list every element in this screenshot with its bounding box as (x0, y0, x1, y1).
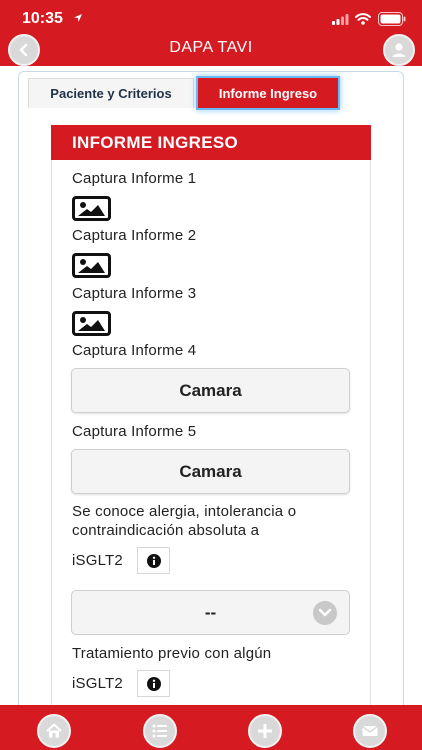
mail-button[interactable] (353, 714, 387, 748)
status-time: 10:35 (22, 10, 63, 27)
capture-label-4: Captura Informe 4 (72, 342, 197, 359)
list-icon (152, 724, 167, 738)
image-icon[interactable] (72, 253, 111, 278)
capture-label-3: Captura Informe 3 (72, 285, 197, 302)
battery-icon (378, 12, 406, 26)
allergy-select[interactable]: -- (71, 590, 350, 635)
allergy-question-line-3: iSGLT2 (72, 552, 123, 569)
info-button[interactable] (137, 547, 170, 574)
mail-icon (362, 725, 378, 736)
image-icon[interactable] (72, 196, 111, 221)
page-title: DAPA TAVI (169, 39, 253, 56)
camera-button-5[interactable]: Camara (71, 449, 350, 494)
bottom-tab-bar (0, 705, 422, 750)
home-button[interactable] (37, 714, 71, 748)
list-button[interactable] (143, 714, 177, 748)
prior-treatment-line-2: iSGLT2 (72, 675, 123, 692)
profile-icon (392, 43, 406, 57)
allergy-question-line-2: contraindicación absoluta a (72, 522, 260, 539)
add-button[interactable] (248, 714, 282, 748)
info-button[interactable] (137, 670, 170, 697)
nav-bar: DAPA TAVI (0, 34, 422, 66)
info-icon (146, 676, 161, 691)
wifi-icon (355, 13, 371, 25)
info-icon (146, 553, 161, 568)
home-icon (46, 723, 62, 738)
cellular-signal-icon (332, 14, 349, 25)
tab-informe-ingreso[interactable]: Informe Ingreso (198, 78, 338, 108)
profile-button[interactable] (383, 34, 415, 66)
tab-paciente-criterios[interactable]: Paciente y Criterios (28, 78, 194, 108)
status-bar: 10:35 (0, 0, 422, 34)
add-icon (258, 724, 272, 738)
capture-label-1: Captura Informe 1 (72, 170, 197, 187)
camera-button-4[interactable]: Camara (71, 368, 350, 413)
image-icon[interactable] (72, 311, 111, 336)
allergy-question-line-1: Se conoce alergia, intolerancia o (72, 503, 297, 520)
form-section-header: INFORME INGRESO (51, 125, 371, 160)
prior-treatment-line-1: Tratamiento previo con algún (72, 645, 272, 662)
chevron-down-icon[interactable] (313, 601, 337, 625)
location-arrow-icon (74, 14, 82, 22)
select-value: -- (204, 602, 217, 622)
capture-label-5: Captura Informe 5 (72, 423, 197, 440)
capture-label-2: Captura Informe 2 (72, 227, 197, 244)
